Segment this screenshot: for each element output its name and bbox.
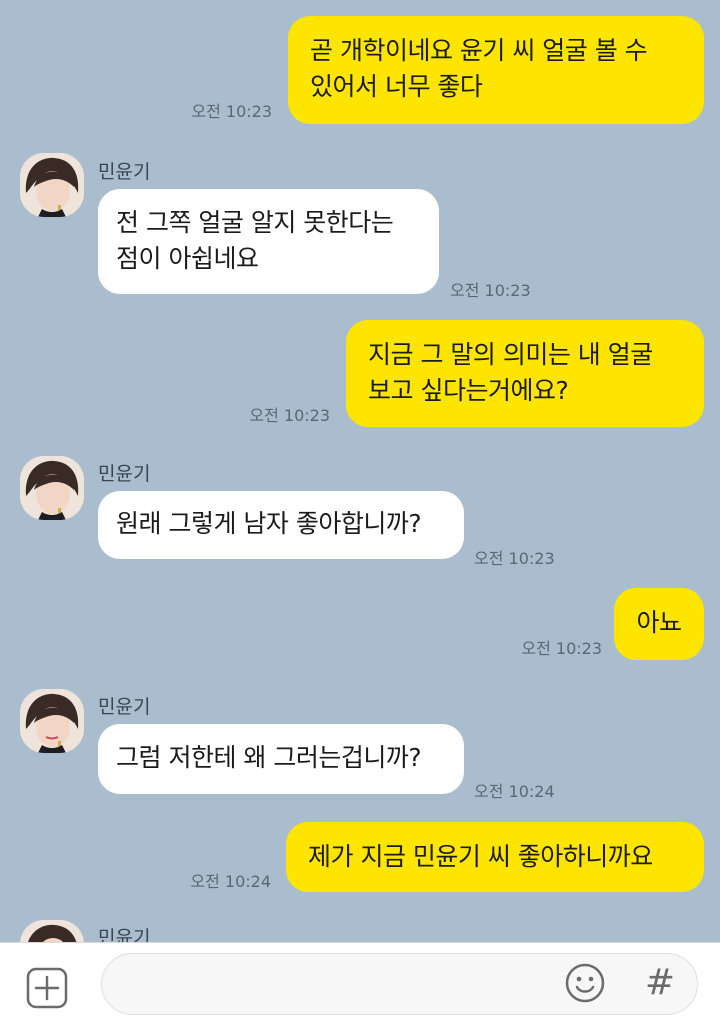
avatar[interactable] <box>20 153 84 217</box>
message-time: 오전 10:24 <box>474 782 555 801</box>
smiley-icon[interactable] <box>564 962 606 1004</box>
message-time: 오전 10:23 <box>450 281 531 300</box>
their-message-bubble[interactable]: 전 그쪽 얼굴 알지 못한다는 점이 아쉽네요 <box>98 189 439 294</box>
message-input[interactable] <box>101 953 698 1015</box>
plus-square-icon[interactable] <box>26 967 68 1009</box>
message-time: 오전 10:23 <box>249 406 330 425</box>
avatar[interactable] <box>20 456 84 520</box>
their-message-bubble[interactable]: 그럼 저한테 왜 그러는겁니까? <box>98 724 464 794</box>
message-time: 오전 10:23 <box>474 549 555 568</box>
avatar[interactable] <box>20 689 84 753</box>
avatar[interactable] <box>20 920 84 942</box>
message-input-bar <box>0 942 720 1019</box>
hash-icon[interactable]: # <box>640 962 680 1004</box>
chat-area[interactable]: 오전 10:23 곧 개학이네요 윤기 씨 얼굴 볼 수 있어서 너무 좋다 민… <box>0 0 720 942</box>
my-message-bubble[interactable]: 지금 그 말의 의미는 내 얼굴 보고 싶다는거에요? <box>346 320 704 427</box>
my-message-bubble[interactable]: 제가 지금 민윤기 씨 좋아하니까요 <box>286 822 704 892</box>
message-time: 오전 10:23 <box>521 639 602 658</box>
sender-name: 민윤기 <box>98 161 151 183</box>
sender-name: 민윤기 <box>98 696 151 718</box>
their-message-bubble[interactable]: 원래 그렇게 남자 좋아합니까? <box>98 491 464 559</box>
message-time: 오전 10:23 <box>191 102 272 121</box>
message-time: 오전 10:24 <box>190 872 271 891</box>
sender-name: 민윤기 <box>98 927 151 942</box>
my-message-bubble[interactable]: 아뇨 <box>614 588 704 660</box>
my-message-bubble[interactable]: 곧 개학이네요 윤기 씨 얼굴 볼 수 있어서 너무 좋다 <box>288 16 704 124</box>
sender-name: 민윤기 <box>98 463 151 485</box>
